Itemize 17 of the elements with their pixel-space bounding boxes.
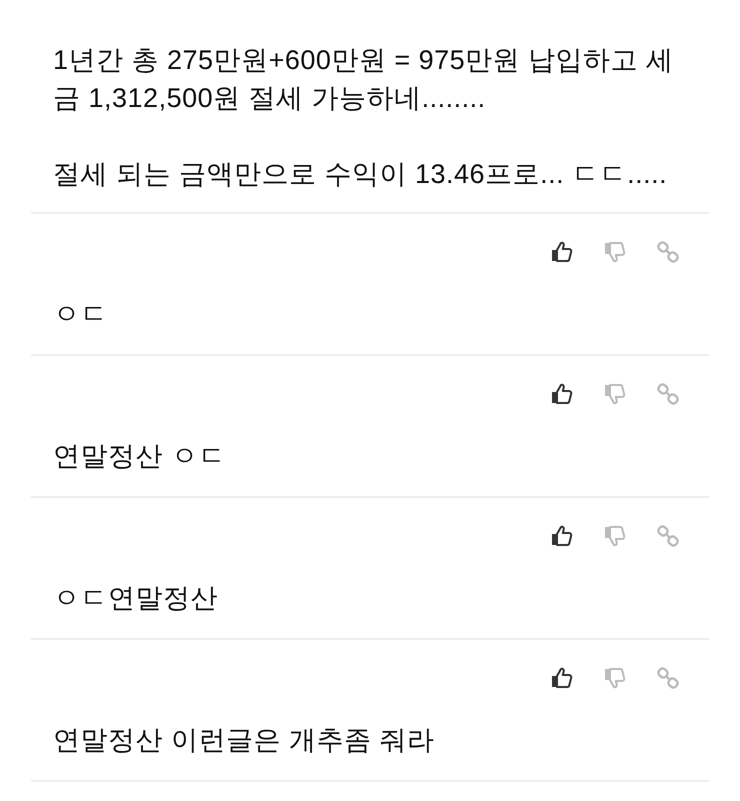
comment-text: ㅇㄷ [53, 298, 109, 331]
thumbs-up-icon[interactable] [550, 524, 574, 548]
link-icon[interactable] [656, 382, 680, 406]
thumbs-down-icon[interactable] [603, 524, 627, 548]
comment-text: ㅇㄷ연말정산 [53, 582, 219, 615]
thumbs-up-icon[interactable] [550, 240, 574, 264]
link-icon[interactable] [656, 240, 680, 264]
comment-text: 연말정산 ㅇㄷ [53, 440, 228, 473]
thumbs-up-icon[interactable] [550, 382, 574, 406]
link-icon[interactable] [656, 524, 680, 548]
link-icon[interactable] [656, 666, 680, 690]
thumbs-down-icon[interactable] [603, 666, 627, 690]
thumbs-up-icon[interactable] [550, 666, 574, 690]
post-text: 1년간 총 275만원+600만원 = 975만원 납입하고 세금 1,312,500원 절세 가능하네........ 절세 되는 금액만으로 수익이 13.46프로... ㄷㄷ..... [53, 44, 675, 191]
thumbs-down-icon[interactable] [603, 240, 627, 264]
comment-text: 연말정산 이런글은 개추좀 줘라 [53, 724, 436, 757]
thumbs-down-icon[interactable] [603, 382, 627, 406]
